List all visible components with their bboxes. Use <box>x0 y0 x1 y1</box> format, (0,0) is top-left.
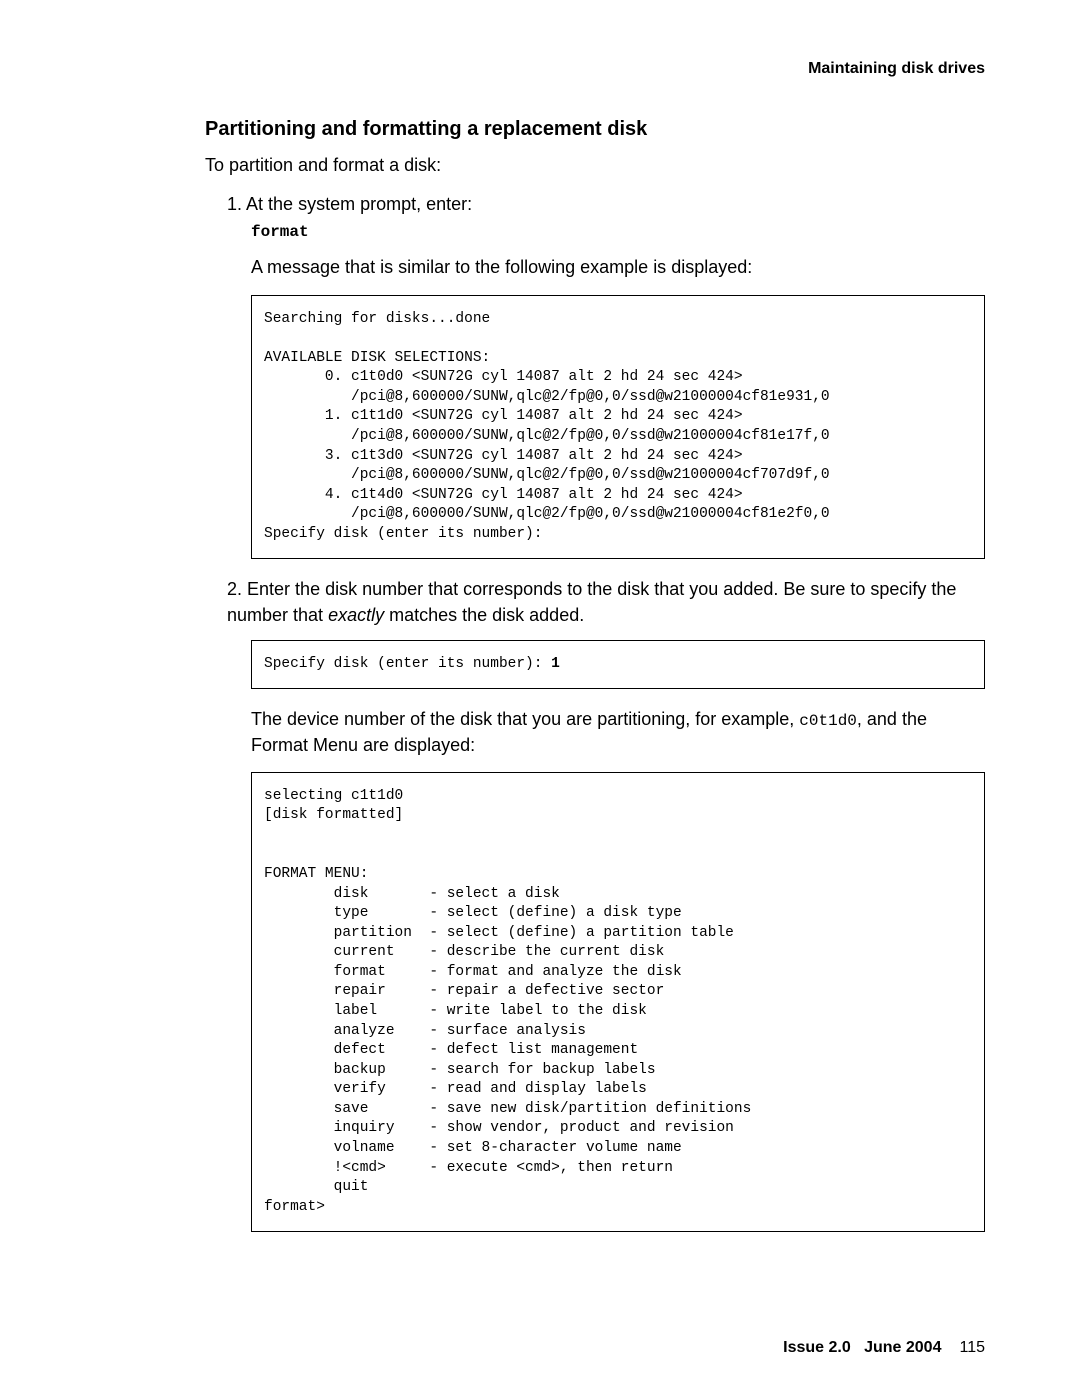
step-text-part2: matches the disk added. <box>384 605 584 625</box>
step-1-note: A message that is similar to the followi… <box>205 255 985 280</box>
step-number: 2. <box>227 579 242 599</box>
step-text-italic: exactly <box>328 605 384 625</box>
footer-issue: Issue 2.0 <box>783 1339 851 1356</box>
step-2-note: The device number of the disk that you a… <box>205 707 985 758</box>
intro-text: To partition and format a disk: <box>205 153 985 178</box>
command-text: format <box>251 223 309 241</box>
step-text: At the system prompt, enter: <box>246 194 472 214</box>
code-block-1: Searching for disks...done AVAILABLE DIS… <box>251 295 985 560</box>
footer-page-number: 115 <box>959 1339 985 1356</box>
page-heading: Partitioning and formatting a replacemen… <box>205 118 985 141</box>
step-1-command: format <box>205 223 985 241</box>
code2-input: 1 <box>551 656 560 672</box>
note-mono: c0t1d0 <box>799 712 857 730</box>
page: Maintaining disk drives Partitioning and… <box>0 0 1080 1397</box>
footer-date: June 2004 <box>864 1339 941 1356</box>
page-footer: Issue 2.0 June 2004 115 <box>783 1339 985 1357</box>
step-number: 1. <box>227 194 242 214</box>
code-block-3: selecting c1t1d0 [disk formatted] FORMAT… <box>251 772 985 1232</box>
code-block-2: Specify disk (enter its number): 1 <box>251 640 985 690</box>
section-header: Maintaining disk drives <box>205 60 985 78</box>
step-1: 1. At the system prompt, enter: <box>205 192 985 217</box>
code2-prefix: Specify disk (enter its number): <box>264 656 551 672</box>
step-2: 2. Enter the disk number that correspond… <box>205 577 985 627</box>
note-part1: The device number of the disk that you a… <box>251 709 799 729</box>
